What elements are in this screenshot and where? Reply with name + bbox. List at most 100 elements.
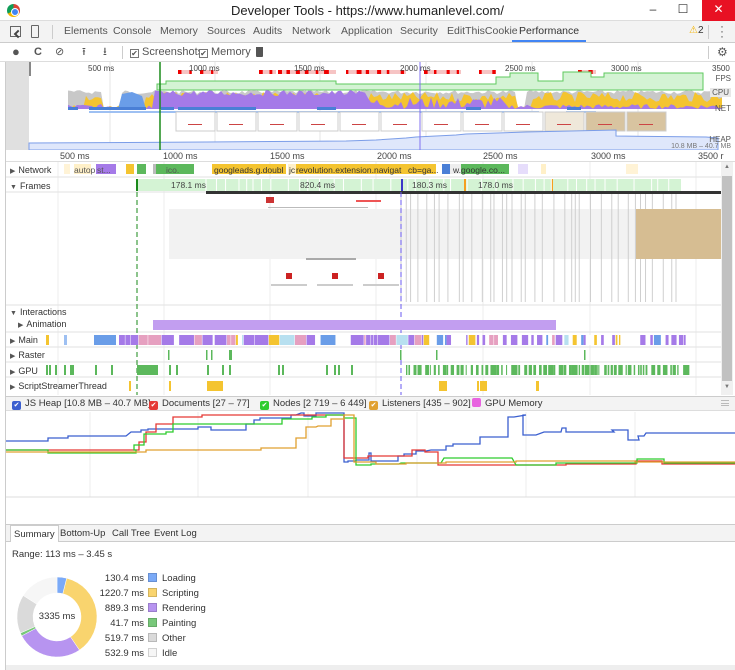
main-task bbox=[202, 335, 213, 345]
screenshots-checkbox[interactable]: ✔ Screenshots bbox=[130, 45, 203, 59]
track-script-streamer[interactable]: ▶ ScriptStreamerThread bbox=[10, 381, 107, 391]
main-task bbox=[665, 335, 669, 345]
network-item[interactable]: cb=ga... bbox=[408, 165, 438, 175]
gpu-task bbox=[425, 365, 429, 375]
warning-count: 2 bbox=[697, 25, 704, 36]
frame-duration[interactable]: 178.1 ms bbox=[171, 180, 206, 190]
frame-marker bbox=[136, 179, 138, 191]
minimize-button[interactable]: – bbox=[639, 0, 667, 21]
resize-handle-icon[interactable] bbox=[721, 400, 729, 406]
tab-bottom-up[interactable]: Bottom-Up bbox=[57, 525, 108, 542]
tab-summary[interactable]: Summary bbox=[10, 525, 59, 542]
clear-button[interactable]: ⊘ bbox=[55, 45, 64, 59]
fps-long-frame bbox=[178, 70, 182, 74]
network-item[interactable]: googleads.g.doubl bbox=[214, 165, 283, 175]
network-bar bbox=[64, 164, 70, 174]
tab-performance[interactable]: Performance bbox=[512, 21, 587, 42]
main-task bbox=[531, 335, 534, 345]
tab-elements[interactable]: Elements bbox=[64, 21, 108, 42]
inspect-element-icon[interactable] bbox=[10, 26, 23, 39]
legend-gpu-memory[interactable]: GPU Memory bbox=[472, 398, 543, 409]
tab-application[interactable]: Application bbox=[341, 21, 392, 42]
track-network[interactable]: ▶ Network bbox=[10, 165, 51, 175]
device-toolbar-icon[interactable] bbox=[31, 25, 39, 38]
network-item[interactable]: autop bbox=[74, 165, 95, 175]
scroll-up-icon[interactable]: ▲ bbox=[724, 164, 730, 170]
network-item[interactable]: w.google.co... bbox=[453, 165, 505, 175]
memory-checkbox[interactable]: ✔ Memory bbox=[199, 45, 251, 59]
gpu-task bbox=[672, 365, 676, 375]
animation-bar bbox=[153, 320, 556, 330]
tracks-chart bbox=[6, 162, 721, 395]
gpu-task bbox=[506, 365, 508, 375]
gpu-task bbox=[207, 365, 209, 375]
legend-js-heap[interactable]: ✔ JS Heap [10.8 MB – 40.7 MB] bbox=[12, 398, 151, 410]
fps-long-frame bbox=[259, 70, 263, 74]
gpu-task bbox=[613, 365, 617, 375]
legend-listeners[interactable]: ✔ Listeners [435 – 902] bbox=[369, 398, 471, 410]
track-interactions[interactable]: ▼ Interactions bbox=[10, 307, 66, 317]
tab-network[interactable]: Network bbox=[292, 21, 331, 42]
tab-security[interactable]: Security bbox=[400, 21, 438, 42]
track-frames[interactable]: ▼ Frames bbox=[10, 181, 50, 191]
tab-event-log[interactable]: Event Log bbox=[151, 525, 200, 542]
legend-nodes[interactable]: ✔ Nodes [2 719 – 6 449] bbox=[260, 398, 367, 410]
network-item[interactable]: revolution.extension.navigat bbox=[296, 165, 401, 175]
legend-documents[interactable]: ✔ Documents [27 – 77] bbox=[149, 398, 250, 410]
main-task bbox=[615, 335, 618, 345]
frame-duration[interactable]: 178.0 ms bbox=[478, 180, 513, 190]
tab-editthiscookie[interactable]: EditThisCookie bbox=[447, 21, 518, 42]
main-task bbox=[374, 335, 378, 345]
close-button[interactable]: ✕ bbox=[702, 0, 735, 21]
settings-gear-icon[interactable]: ⚙ bbox=[717, 45, 728, 59]
tab-audits[interactable]: Audits bbox=[253, 21, 282, 42]
summary-row-other: 519.7 ms Other bbox=[104, 633, 186, 644]
fps-long-frame bbox=[286, 70, 290, 74]
load-profile-button[interactable]: ⭱ bbox=[82, 45, 86, 59]
network-item[interactable]: jc bbox=[289, 165, 295, 175]
tab-console[interactable]: Console bbox=[113, 21, 152, 42]
tracks-scrollbar[interactable]: ▲ ▼ bbox=[721, 162, 733, 395]
save-profile-button[interactable]: ⭳ bbox=[103, 45, 107, 59]
main-task bbox=[138, 335, 148, 345]
track-gpu[interactable]: ▶ GPU bbox=[10, 366, 40, 376]
streamer-task bbox=[536, 381, 539, 391]
tab-memory[interactable]: Memory bbox=[160, 21, 198, 42]
network-item[interactable]: ico. bbox=[166, 165, 179, 175]
fps-dropped-frame bbox=[346, 70, 406, 74]
main-task bbox=[476, 335, 480, 345]
fps-long-frame bbox=[324, 70, 329, 74]
gpu-task bbox=[604, 365, 607, 375]
streamer-task bbox=[480, 381, 487, 391]
warnings-badge[interactable]: ⚠2 bbox=[689, 25, 704, 36]
main-task bbox=[414, 335, 422, 345]
network-item[interactable]: st... bbox=[97, 165, 111, 175]
summary-row-painting: 41.7 ms Painting bbox=[110, 618, 197, 629]
tab-sources[interactable]: Sources bbox=[207, 21, 246, 42]
tab-call-tree[interactable]: Call Tree bbox=[109, 525, 153, 542]
screenshot-image bbox=[636, 209, 721, 259]
frame-duration[interactable]: 180.3 ms bbox=[412, 180, 447, 190]
record-button[interactable]: ● bbox=[12, 45, 20, 58]
track-animation[interactable]: ▶ Animation bbox=[18, 319, 66, 329]
timeline-overview[interactable]: 500 ms 1000 ms 1500 ms 2000 ms 2500 ms 3… bbox=[6, 62, 735, 150]
track-main[interactable]: ▶ Main bbox=[10, 335, 40, 345]
preview-nav bbox=[268, 207, 368, 208]
maximize-button[interactable]: ☐ bbox=[669, 0, 697, 21]
gpu-task bbox=[587, 365, 590, 375]
screenshot-detail bbox=[311, 124, 325, 125]
checkbox-icon: ✔ bbox=[149, 401, 158, 410]
track-raster[interactable]: ▶ Raster bbox=[10, 350, 45, 360]
reload-record-button[interactable]: C bbox=[34, 45, 42, 59]
tracks-area[interactable]: autop st... ico. googleads.g.doubl jc re… bbox=[6, 162, 721, 395]
scroll-down-icon[interactable]: ▼ bbox=[724, 384, 730, 390]
more-menu-icon[interactable]: · · · bbox=[720, 20, 724, 42]
frame-duration[interactable]: 820.4 ms bbox=[300, 180, 335, 190]
gpu-task bbox=[539, 365, 542, 375]
memory-counters-chart[interactable] bbox=[6, 412, 735, 522]
scrollbar-thumb[interactable] bbox=[722, 176, 732, 381]
collect-garbage-icon[interactable] bbox=[256, 47, 263, 57]
gpu-task bbox=[429, 365, 431, 375]
screenshot-detail bbox=[475, 124, 489, 125]
memory-legend: ✔ JS Heap [10.8 MB – 40.7 MB] ✔ Documents … bbox=[6, 396, 735, 411]
